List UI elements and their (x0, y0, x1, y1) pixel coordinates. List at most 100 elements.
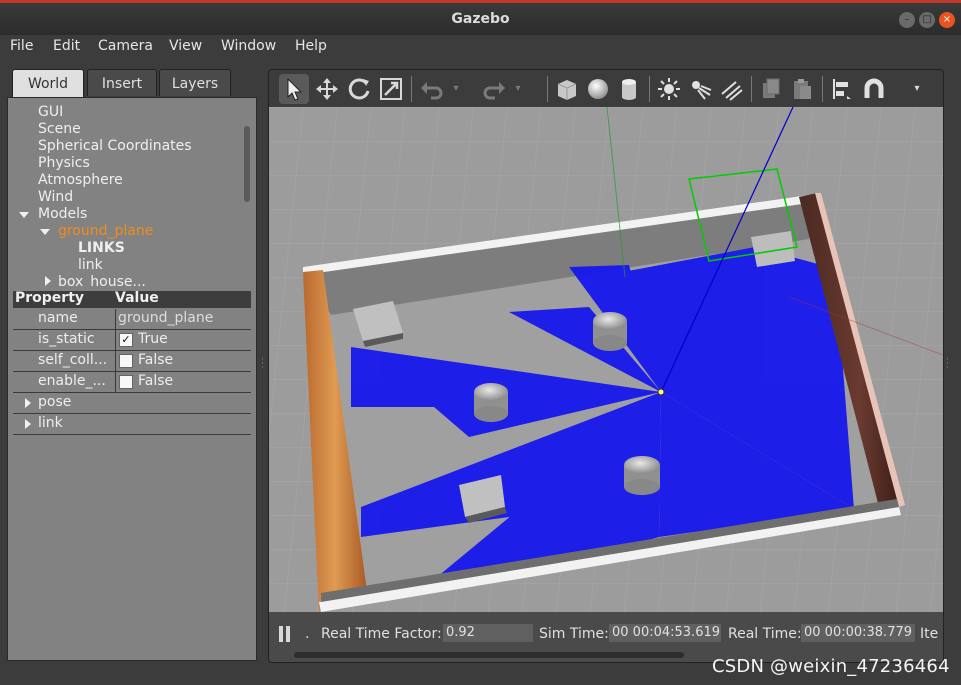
property-row-enable-wind: enable_... False (13, 372, 251, 393)
property-group-link[interactable]: link (13, 414, 251, 435)
menu-bar: File Edit Camera View Window Help (0, 35, 961, 60)
property-key: is_static (38, 331, 95, 347)
paste-icon[interactable] (787, 74, 817, 104)
tree-item-spherical-coordinates[interactable]: Spherical Coordinates (38, 138, 192, 154)
undo-icon[interactable] (417, 74, 447, 104)
tree-item-models[interactable]: Models (38, 206, 87, 222)
expand-right-icon[interactable] (25, 419, 31, 429)
toolbar-separator (751, 76, 752, 102)
world-tree: GUI Scene Spherical Coordinates Physics … (8, 98, 244, 288)
tab-world[interactable]: World (12, 69, 84, 98)
property-value-cell[interactable]: ground_plane (115, 309, 252, 329)
enable-wind-checkbox[interactable] (119, 375, 133, 389)
pause-icon (279, 626, 283, 642)
property-value-cell: False (115, 351, 252, 371)
real-time-factor-value: 0.92 (443, 624, 533, 642)
menu-camera[interactable]: Camera (98, 38, 153, 54)
align-icon[interactable] (827, 74, 857, 104)
real-time-factor-label: Real Time Factor: (321, 626, 442, 642)
menu-file[interactable]: File (10, 38, 33, 54)
undo-history-chevron-down-icon[interactable]: ▾ (449, 74, 463, 104)
menu-help[interactable]: Help (295, 38, 327, 54)
minimize-button[interactable]: – (899, 12, 915, 28)
status-bar: . Real Time Factor: 0.92 Sim Time: 00 00… (269, 612, 943, 662)
maximize-button[interactable]: □ (919, 12, 935, 28)
toolbar-separator (411, 76, 412, 102)
toolbar-more-icon[interactable]: ▾ (909, 74, 925, 104)
window-title: Gazebo (451, 11, 510, 27)
cylinder-shape-icon[interactable] (614, 74, 644, 104)
copy-icon[interactable] (756, 74, 786, 104)
tree-item-scene[interactable]: Scene (38, 121, 81, 137)
property-value: False (138, 373, 174, 389)
toolbar-separator (547, 76, 548, 102)
scale-icon[interactable] (376, 74, 406, 104)
tree-item-gui[interactable]: GUI (38, 104, 63, 120)
property-key: enable_... (38, 373, 106, 389)
sim-time-label: Sim Time: (539, 626, 609, 642)
header-property: Property (15, 290, 85, 306)
property-group-label: pose (38, 394, 72, 410)
translate-icon[interactable] (312, 74, 342, 104)
spot-light-icon[interactable] (685, 74, 715, 104)
header-value: Value (115, 290, 159, 306)
tree-item-physics[interactable]: Physics (38, 155, 90, 171)
expand-right-icon[interactable] (25, 398, 31, 408)
property-row-self-collide: self_coll... False (13, 351, 251, 372)
menu-view[interactable]: View (169, 38, 202, 54)
real-time-label: Real Time: (728, 626, 802, 642)
directional-light-icon[interactable] (716, 74, 746, 104)
redo-icon[interactable] (479, 74, 509, 104)
tree-item-wind[interactable]: Wind (38, 189, 73, 205)
rotate-icon[interactable] (344, 74, 374, 104)
expand-down-icon[interactable] (19, 212, 29, 218)
menu-edit[interactable]: Edit (53, 38, 80, 54)
toolbar-separator (822, 76, 823, 102)
property-value-cell: ✓ True (115, 330, 252, 350)
title-bar: Gazebo – □ × (0, 0, 961, 35)
point-light-icon[interactable] (654, 74, 684, 104)
property-group-pose[interactable]: pose (13, 393, 251, 414)
tab-insert[interactable]: Insert (87, 69, 157, 96)
render-viewport: ▾ ▾ ▾ . Real Time Factor: 0.92 Sim Time:… (268, 69, 944, 663)
status-scrollbar[interactable] (294, 652, 684, 658)
panel-splitter-handle[interactable]: · · · (261, 356, 265, 373)
property-key: name (38, 310, 78, 326)
property-value: False (138, 352, 174, 368)
redo-history-chevron-down-icon[interactable]: ▾ (511, 74, 525, 104)
tree-item-ground-plane[interactable]: ground_plane (58, 223, 153, 239)
self-collide-checkbox[interactable] (119, 354, 133, 368)
property-key: self_coll... (38, 352, 108, 368)
box-shape-icon[interactable] (552, 74, 582, 104)
robot-origin-marker (657, 388, 665, 396)
property-value: ground_plane (118, 310, 214, 326)
magnet-icon[interactable] (859, 74, 889, 104)
close-button[interactable]: × (939, 12, 955, 28)
property-group-label: link (38, 415, 63, 431)
pause-button[interactable] (279, 626, 291, 642)
scene-render (269, 106, 943, 612)
expand-down-icon[interactable] (40, 229, 50, 235)
right-splitter-handle[interactable]: · · · (946, 356, 950, 373)
iterations-label: Ite (920, 626, 939, 642)
menu-window[interactable]: Window (221, 38, 276, 54)
watermark-text: CSDN @weixin_47236464 (712, 656, 950, 677)
tree-item-links-header: LINKS (78, 240, 125, 256)
3d-scene-view[interactable] (269, 106, 943, 612)
tree-scrollbar[interactable] (244, 126, 250, 202)
toolbar-separator (649, 76, 650, 102)
expand-right-icon[interactable] (45, 276, 51, 286)
tree-item-link[interactable]: link (78, 257, 103, 273)
left-panel: World Insert Layers GUI Scene Spherical … (7, 69, 257, 661)
tree-item-box-house[interactable]: box_house... (58, 274, 146, 288)
is-static-checkbox[interactable]: ✓ (119, 333, 133, 347)
sphere-shape-icon[interactable] (583, 74, 613, 104)
tab-layers[interactable]: Layers (159, 69, 231, 96)
property-value-cell: False (115, 372, 252, 392)
tree-item-atmosphere[interactable]: Atmosphere (38, 172, 123, 188)
world-panel-body: GUI Scene Spherical Coordinates Physics … (7, 97, 257, 661)
real-time-value: 00 00:00:38.779 (801, 624, 915, 642)
select-arrow-icon[interactable] (279, 74, 309, 104)
property-row-is-static: is_static ✓ True (13, 330, 251, 351)
step-indicator: . (305, 626, 310, 642)
